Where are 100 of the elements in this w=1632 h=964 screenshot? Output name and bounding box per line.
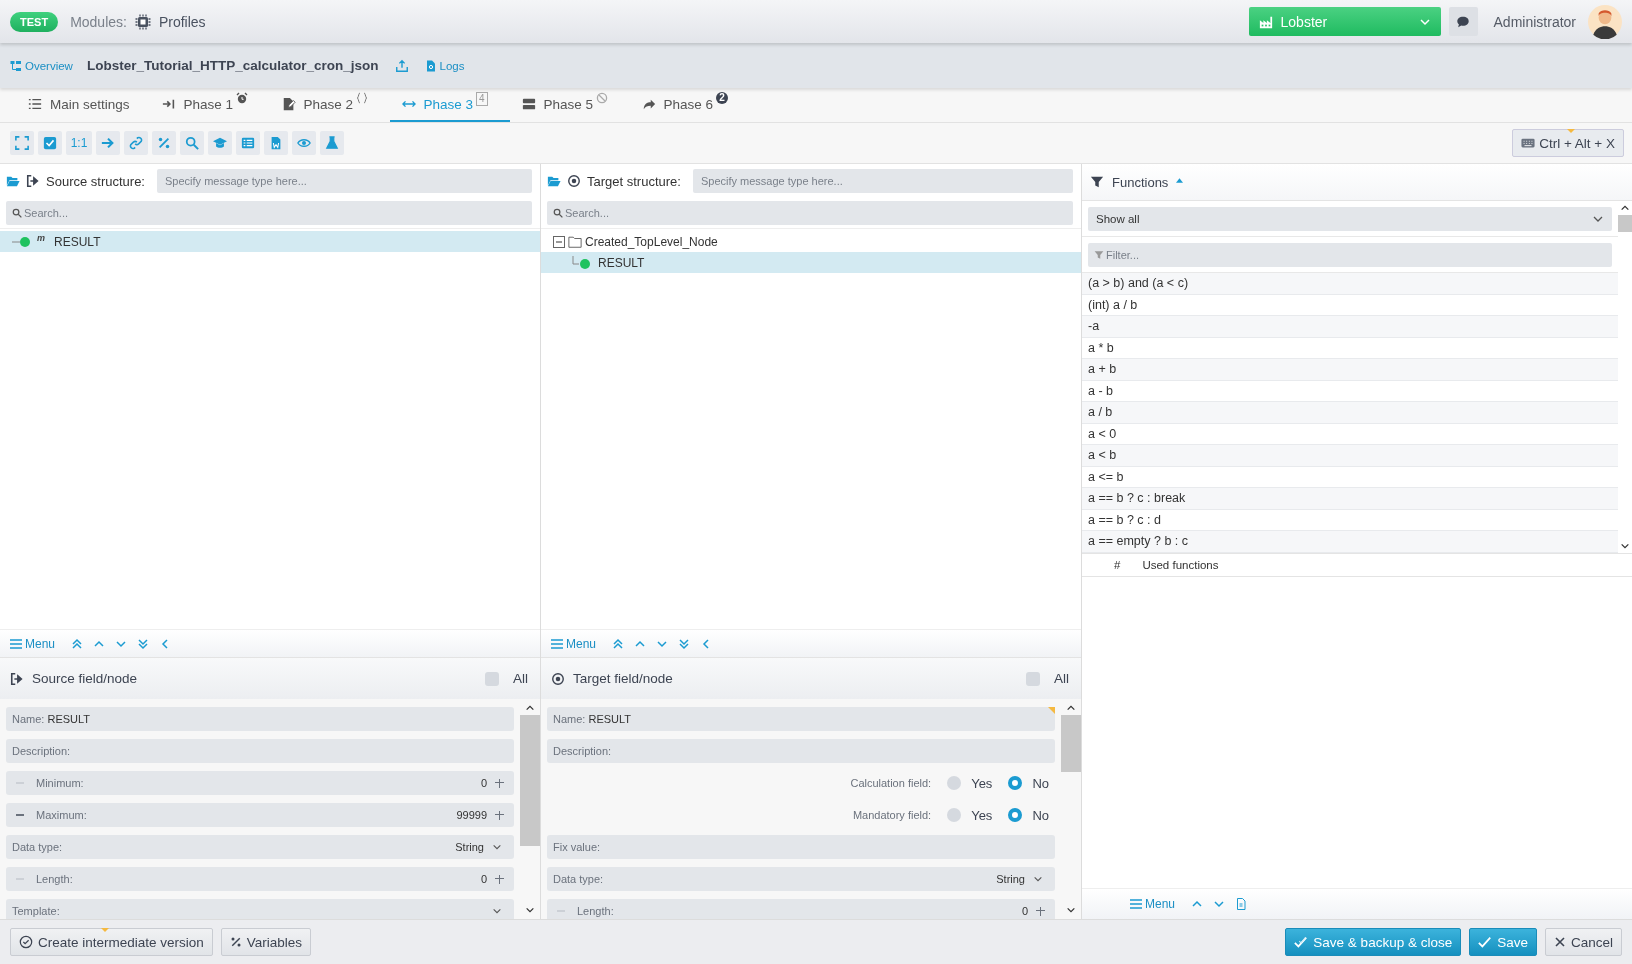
collapse-toggle-icon[interactable] <box>553 235 565 248</box>
scrollbar-thumb[interactable] <box>1618 215 1632 233</box>
search-field[interactable]: Search... <box>547 201 1073 225</box>
function-item[interactable]: a == empty ? b : c <box>1082 531 1618 553</box>
sitemap-icon <box>10 59 22 72</box>
cancel-button[interactable]: Cancel <box>1544 928 1622 956</box>
number-field[interactable]: Length: 0 <box>547 899 1055 919</box>
scroll-up-icon[interactable] <box>525 703 535 713</box>
number-field[interactable]: Minimum: 0 <box>6 771 514 795</box>
document-icon[interactable] <box>1235 898 1248 910</box>
tree-node[interactable]: m RESULT <box>0 231 540 252</box>
keyboard-shortcut-button[interactable]: Ctrl + Alt + X <box>1512 129 1624 157</box>
column-header: Used functions <box>1142 559 1219 571</box>
checkbox-button[interactable] <box>38 131 62 155</box>
tab[interactable]: Main settings <box>16 88 150 122</box>
tab[interactable]: Phase 2 <box>269 88 390 122</box>
scroll-down-icon[interactable] <box>525 905 535 915</box>
menu-button[interactable]: Menu <box>1130 897 1176 911</box>
flask-button[interactable] <box>320 131 344 155</box>
chat-button[interactable] <box>1448 7 1478 36</box>
message-type-field[interactable]: Specify message type here... <box>692 169 1073 193</box>
list-button[interactable] <box>236 131 260 155</box>
select-field[interactable]: Data type: String <box>547 867 1055 891</box>
menu-button[interactable]: Menu <box>10 636 56 651</box>
text-field[interactable]: Fix value: <box>547 835 1055 859</box>
all-checkbox[interactable] <box>1026 671 1040 686</box>
select-field[interactable]: Template: <box>6 899 514 919</box>
flask-icon <box>325 136 339 150</box>
number-field[interactable]: Length: 0 <box>6 867 514 891</box>
radio-option[interactable]: No <box>1008 775 1049 791</box>
percent-button[interactable] <box>152 131 176 155</box>
radio-group-label: Calculation field: <box>850 777 932 789</box>
function-item[interactable]: a == b ? c : break <box>1082 488 1618 510</box>
text-field[interactable]: Description: <box>6 739 514 763</box>
tree-node[interactable]: Created_TopLevel_Node <box>541 231 1081 252</box>
radio-option[interactable]: Yes <box>947 775 993 791</box>
move-down-icon[interactable] <box>1213 898 1226 910</box>
tab[interactable]: Phase 1 <box>149 88 270 122</box>
radio-option[interactable]: No <box>1008 807 1049 823</box>
arrow-right-button[interactable] <box>96 131 120 155</box>
structure-label: Source structure: <box>46 173 145 189</box>
move-bottom-icon[interactable] <box>678 637 691 650</box>
create-version-button[interactable]: Create intermediate version <box>10 928 213 956</box>
graduation-cap-button[interactable] <box>208 131 232 155</box>
module-name[interactable]: Profiles <box>158 13 206 30</box>
variables-button[interactable]: Variables <box>220 928 312 956</box>
close-icon <box>1553 936 1566 948</box>
message-type-field[interactable]: Specify message type here... <box>157 169 532 193</box>
eye-icon <box>297 136 311 150</box>
function-filter-dropdown[interactable]: Show all <box>1088 206 1612 231</box>
text-field[interactable]: Name: RESULT <box>547 707 1055 731</box>
number-field[interactable]: Maximum: 99999 <box>6 803 514 827</box>
search-field[interactable]: Search... <box>6 201 532 225</box>
fullscreen-button[interactable] <box>10 131 34 155</box>
sort-caret-icon[interactable] <box>1176 176 1184 183</box>
document-button[interactable] <box>264 131 288 155</box>
arrow-to-bar-icon <box>161 97 176 111</box>
scroll-down-icon[interactable] <box>1066 905 1076 915</box>
radio-option[interactable]: Yes <box>947 807 993 823</box>
select-field[interactable]: Data type: String <box>6 835 514 859</box>
eye-button[interactable] <box>292 131 316 155</box>
sign-out-icon <box>10 671 24 686</box>
scrollbar-thumb[interactable] <box>1061 715 1081 773</box>
keyboard-icon <box>1521 136 1536 150</box>
scroll-down-icon[interactable] <box>1620 541 1630 551</box>
avatar-icon[interactable] <box>1588 4 1622 39</box>
move-top-icon[interactable] <box>71 637 84 650</box>
tree-node[interactable]: RESULT <box>541 252 1081 273</box>
chevron-down-icon <box>492 842 502 852</box>
menu-button[interactable]: Menu <box>551 636 597 651</box>
function-item[interactable]: (a > b) and (a < c) <box>1082 273 1618 295</box>
move-top-icon[interactable] <box>612 637 625 650</box>
environment-badge: TEST <box>10 11 59 32</box>
open-folder-icon[interactable] <box>547 174 561 188</box>
function-item[interactable]: a / b <box>1082 402 1618 424</box>
open-folder-icon[interactable] <box>6 174 20 188</box>
text-field[interactable]: Description: <box>547 739 1055 763</box>
function-item[interactable]: -a <box>1082 316 1618 338</box>
tab[interactable]: Phase 5 <box>509 88 630 122</box>
server-icon <box>521 97 536 111</box>
checkbox-icon <box>43 136 57 150</box>
link-button[interactable] <box>124 131 148 155</box>
search-button[interactable] <box>180 131 204 155</box>
percent-icon <box>229 936 242 948</box>
all-label: All <box>513 671 528 686</box>
move-bottom-icon[interactable] <box>137 637 150 650</box>
filter-field[interactable]: Filter... <box>1088 242 1612 267</box>
filter-icon <box>1090 175 1104 189</box>
text-field[interactable]: Name: RESULT <box>6 707 514 731</box>
function-item[interactable]: a < b <box>1082 445 1618 467</box>
tab[interactable]: Phase 6 $^{2}$ <box>629 88 750 122</box>
function-item[interactable]: a + b <box>1082 359 1618 381</box>
scroll-up-icon[interactable] <box>1620 203 1630 213</box>
expand-icon <box>15 136 29 150</box>
scroll-up-icon[interactable] <box>1066 703 1076 713</box>
all-checkbox[interactable] <box>485 671 499 686</box>
functions-title[interactable]: Functions <box>1112 174 1169 190</box>
user-name[interactable]: Administrator <box>1493 13 1576 30</box>
check-icon <box>1478 935 1493 949</box>
scrollbar-thumb[interactable] <box>520 715 540 847</box>
